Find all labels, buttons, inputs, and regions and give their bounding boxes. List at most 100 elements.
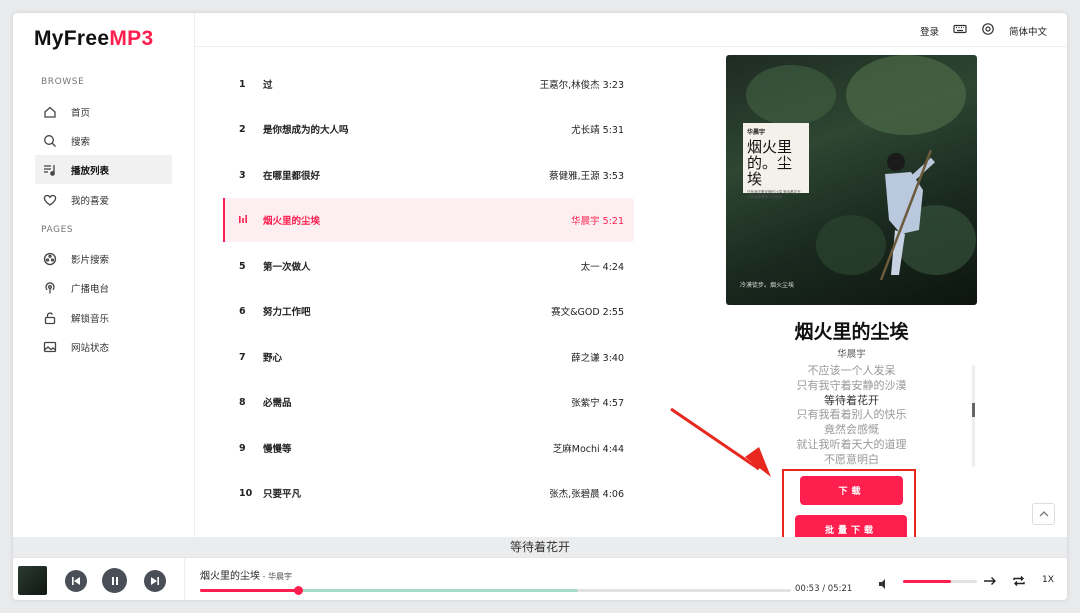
progress-bar[interactable] (200, 586, 791, 595)
track-title: 是你想成为的大人吗 (263, 125, 349, 136)
skip-next-icon (151, 577, 159, 585)
lyric-line: 不应该一个人发呆 (807, 364, 896, 377)
lyric-line: 只有我守着安静的沙漠 (796, 378, 907, 392)
pause-icon (111, 576, 118, 585)
track-title: 慢慢等 (263, 444, 292, 455)
home-icon (43, 105, 57, 119)
track-artist-duration: 薛之谦 3:40 (571, 353, 624, 364)
browse-section-label: BROWSE (41, 77, 85, 87)
sidebar-item-home[interactable]: 首页 (35, 97, 172, 126)
play-mode-icon[interactable] (983, 573, 997, 587)
sidebar-item-label: 播放列表 (71, 165, 110, 177)
track-artist-duration: 蔡健雅,王源 3:53 (549, 171, 624, 182)
progress-knob[interactable] (293, 586, 303, 595)
download-button[interactable]: 下载 (800, 476, 903, 505)
heart-icon (43, 193, 57, 207)
sidebar-item-search[interactable]: 搜索 (35, 126, 172, 155)
pause-button[interactable] (102, 568, 127, 593)
now-playing-title: 烟火里的尘埃 (794, 321, 909, 343)
film-reel-icon (43, 252, 57, 266)
previous-button[interactable] (65, 570, 87, 592)
sidebar-item-label: 我的喜爱 (71, 195, 110, 207)
track-row-playing[interactable]: 烟火里的尘埃 华晨宇 5:21 (223, 198, 634, 242)
annotation-arrow-icon (670, 407, 771, 477)
playlist-icon (43, 163, 57, 177)
top-bar: 登录 简体中文 (195, 13, 1067, 47)
radio-icon (43, 281, 57, 295)
track-artist-duration: 太一 4:24 (580, 262, 624, 273)
current-lyric-bar: 等待着花开 (13, 537, 1067, 557)
track-artist-duration: 尤长靖 5:31 (571, 125, 624, 136)
track-row[interactable]: 10 只要平凡 张杰,张碧晨 4:06 (223, 471, 634, 515)
keyboard-icon[interactable] (953, 22, 967, 39)
sidebar-item-label: 广播电台 (71, 283, 110, 295)
track-row[interactable]: 2 是你想成为的大人吗 尤长靖 5:31 (223, 107, 634, 151)
track-row[interactable]: 5 第一次做人 太一 4:24 (223, 244, 634, 288)
now-playing-artist: 华晨宇 (837, 349, 866, 360)
artist-figure (879, 150, 936, 280)
sidebar-item-label: 搜索 (71, 136, 91, 148)
scroll-to-top-button[interactable] (1032, 503, 1055, 525)
track-row[interactable]: 8 必需品 张紫宁 4:57 (223, 380, 634, 424)
login-link[interactable]: 登录 (920, 24, 939, 38)
sidebar-item-site-status[interactable]: 网站状态 (35, 332, 172, 361)
sidebar-item-label: 影片搜索 (71, 254, 110, 266)
search-icon (43, 134, 57, 148)
player-bar: 烟火里的尘埃 - 华晨宇 00:53 / 05:21 1X (13, 557, 1067, 600)
track-title: 在哪里都很好 (263, 171, 321, 182)
track-title: 努力工作吧 (263, 307, 311, 318)
mini-album-cover[interactable] (18, 566, 47, 595)
track-artist-duration: 张紫宁 4:57 (571, 398, 624, 409)
track-artist-duration: 华晨宇 5:21 (571, 216, 624, 227)
playback-speed[interactable]: 1X (1042, 575, 1054, 585)
track-artist-duration: 王嘉尔,林俊杰 3:23 (539, 80, 624, 91)
sidebar-item-favorites[interactable]: 我的喜爱 (35, 185, 172, 214)
sidebar-item-radio[interactable]: 广播电台 (35, 273, 172, 302)
track-row[interactable]: 3 在哪里都很好 蔡健雅,王源 3:53 (223, 153, 634, 197)
player-track-artist: 华晨宇 (267, 572, 292, 581)
track-number: 10 (239, 487, 253, 499)
album-caption: 冷漠徒步。烟火尘埃 (740, 282, 795, 289)
chevron-up-icon (1039, 511, 1048, 517)
unlock-icon (43, 311, 57, 325)
gear-icon[interactable] (981, 22, 995, 39)
player-track-title: 烟火里的尘埃 (200, 571, 260, 582)
lyrics-scrollbar[interactable] (972, 365, 975, 467)
sidebar-item-label: 网站状态 (71, 342, 110, 354)
equalizer-icon (223, 214, 263, 226)
skip-previous-icon (72, 577, 80, 585)
album-title-card: 华晨宇 烟火里 的。尘埃 只有我守着安静的沙漠 等待着花开 只有我看着别人的快乐 (743, 123, 809, 199)
track-number: 2 (239, 123, 246, 135)
track-title: 只要平凡 (263, 489, 302, 500)
track-title: 野心 (263, 353, 283, 364)
app-logo[interactable]: MyFreeMP3 (34, 27, 153, 51)
image-icon (43, 340, 57, 354)
track-title: 烟火里的尘埃 (263, 216, 321, 227)
sidebar-item-playlist[interactable]: 播放列表 (35, 155, 172, 184)
repeat-icon[interactable] (1012, 573, 1026, 587)
volume-icon[interactable] (878, 575, 890, 589)
time-readout: 00:53 / 05:21 (795, 584, 853, 594)
sidebar-item-label: 解锁音乐 (71, 313, 110, 325)
track-row[interactable]: 9 慢慢等 芝麻Mochi 4:44 (223, 426, 634, 470)
track-number: 5 (239, 260, 246, 272)
sidebar-item-movie-search[interactable]: 影片搜索 (35, 244, 172, 273)
next-button[interactable] (144, 570, 166, 592)
track-artist-duration: 芝麻Mochi 4:44 (552, 444, 624, 455)
app-window: MyFreeMP3 BROWSE 首页 搜索 播放列表 我的喜爱 PAGES 影… (13, 13, 1067, 600)
track-row[interactable]: 7 野心 薛之谦 3:40 (223, 335, 634, 379)
sidebar-item-label: 首页 (71, 107, 91, 119)
language-selector[interactable]: 简体中文 (1009, 24, 1047, 38)
track-number: 9 (239, 442, 246, 454)
pages-section-label: PAGES (41, 225, 74, 235)
track-row[interactable]: 1 过 王嘉尔,林俊杰 3:23 (223, 62, 634, 106)
sidebar-item-unlock-music[interactable]: 解锁音乐 (35, 303, 172, 332)
track-artist-duration: 赛文&GOD 2:55 (551, 307, 624, 318)
track-number: 1 (239, 78, 246, 90)
track-number: 7 (239, 351, 246, 363)
player-track-info: 烟火里的尘埃 - 华晨宇 (200, 571, 292, 582)
track-row[interactable]: 6 努力工作吧 赛文&GOD 2:55 (223, 289, 634, 333)
sidebar: MyFreeMP3 BROWSE 首页 搜索 播放列表 我的喜爱 PAGES 影… (13, 13, 195, 537)
volume-slider[interactable] (903, 580, 977, 583)
track-number: 3 (239, 169, 246, 181)
